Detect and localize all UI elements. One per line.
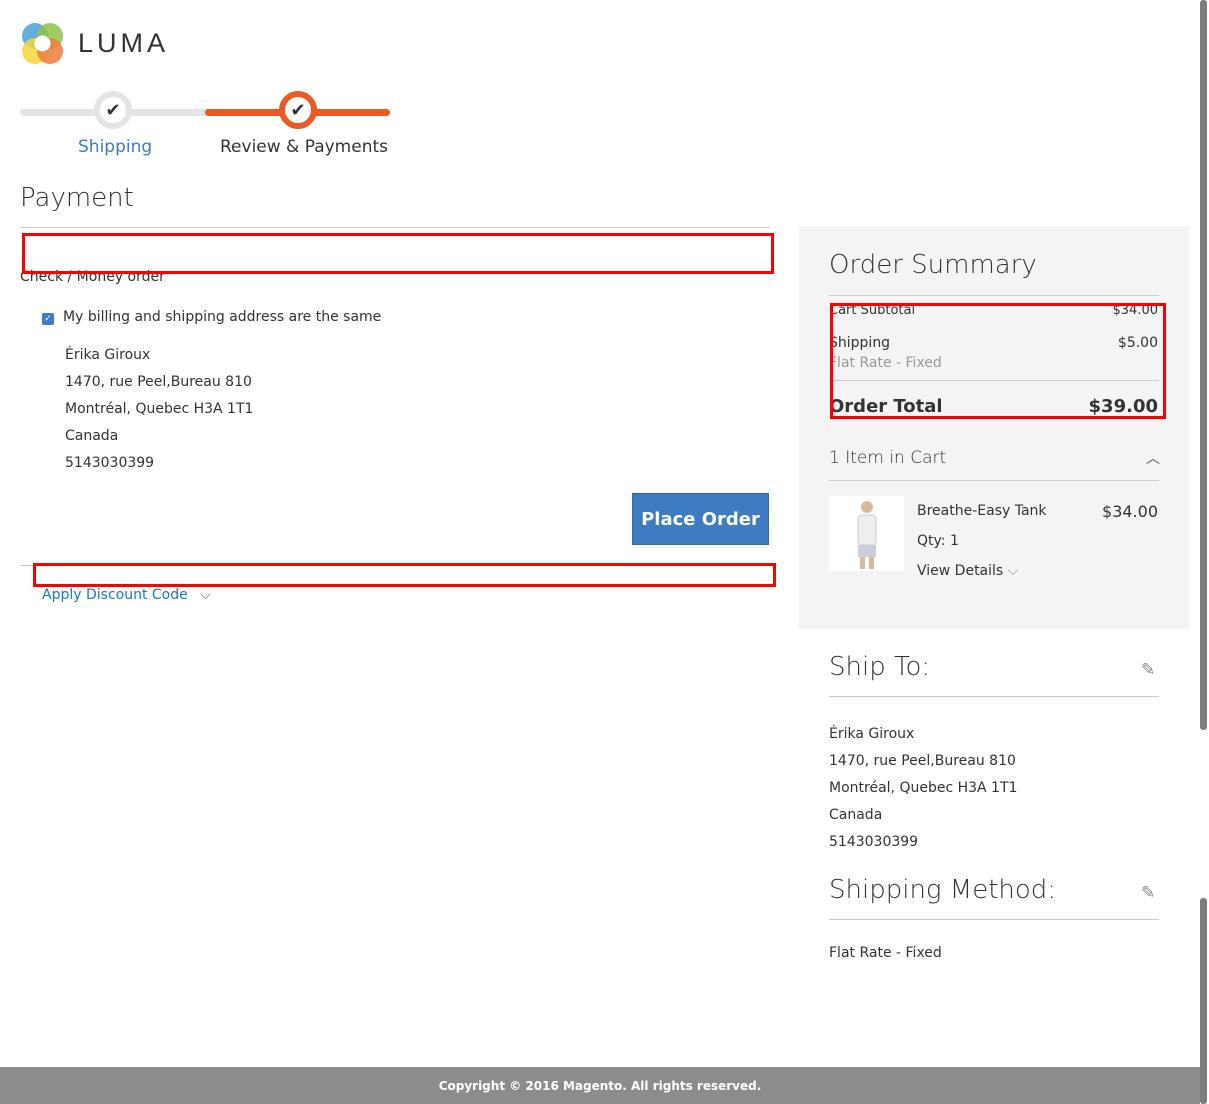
chevron-up-icon[interactable]: ︿ bbox=[1146, 448, 1160, 468]
address-phone: 5143030399 bbox=[65, 455, 155, 471]
copyright-text: Copyright © 2016 Magento. All rights res… bbox=[438, 1078, 762, 1093]
chevron-down-icon: ⌵ bbox=[1007, 563, 1019, 579]
edit-ship-to-pencil-icon[interactable]: ✎ bbox=[1141, 660, 1155, 680]
address-name: Érika Giroux bbox=[65, 347, 151, 363]
address-country: Canada bbox=[65, 428, 119, 444]
product-qty: Qty: 1 bbox=[917, 533, 959, 549]
divider bbox=[829, 295, 1159, 296]
luma-logo[interactable] bbox=[20, 21, 65, 66]
highlight-box bbox=[33, 563, 776, 587]
ship-to-title: Ship To: bbox=[829, 652, 931, 682]
divider bbox=[829, 696, 1159, 697]
scrollbar-thumb-secondary[interactable] bbox=[1200, 898, 1207, 1104]
shipping-method-title: Shipping Method: bbox=[829, 875, 1057, 905]
shipping-method-value: Flat Rate - Fixed bbox=[829, 945, 942, 961]
product-thumbnail bbox=[829, 496, 904, 571]
footer: Copyright © 2016 Magento. All rights res… bbox=[0, 1067, 1200, 1104]
product-name: Breathe-Easy Tank bbox=[917, 503, 1047, 519]
payment-title: Payment bbox=[20, 183, 134, 213]
highlight-box bbox=[830, 303, 1166, 419]
same-address-checkbox[interactable]: ✓ bbox=[42, 313, 54, 325]
product-price: $34.00 bbox=[1102, 502, 1158, 521]
address-name: Érika Giroux bbox=[829, 726, 915, 742]
apply-discount-link[interactable]: Apply Discount Code ⌵ bbox=[42, 587, 211, 603]
tank-top-image-icon bbox=[857, 501, 876, 569]
discount-link-text[interactable]: Apply Discount Code bbox=[42, 587, 188, 603]
logo-icon bbox=[22, 23, 63, 64]
address-city: Montréal, Quebec H3A 1T1 bbox=[65, 401, 254, 417]
address-street: 1470, rue Peel,Bureau 810 bbox=[65, 374, 252, 390]
highlight-box bbox=[22, 233, 774, 274]
step-review-check-icon: ✔ bbox=[279, 91, 317, 129]
order-summary-title: Order Summary bbox=[829, 250, 1037, 280]
same-address-label[interactable]: My billing and shipping address are the … bbox=[63, 309, 381, 325]
billing-address: Érika Giroux 1470, rue Peel,Bureau 810 M… bbox=[65, 342, 253, 477]
address-street: 1470, rue Peel,Bureau 810 bbox=[829, 753, 1016, 769]
items-in-cart-toggle[interactable]: 1 Item in Cart bbox=[829, 448, 946, 468]
address-city: Montréal, Quebec H3A 1T1 bbox=[829, 780, 1018, 796]
divider bbox=[20, 227, 770, 228]
chevron-down-icon: ⌵ bbox=[200, 587, 211, 603]
view-details-text[interactable]: View Details bbox=[917, 563, 1003, 579]
divider bbox=[829, 919, 1159, 920]
ship-to-address: Érika Giroux 1470, rue Peel,Bureau 810 M… bbox=[829, 721, 1017, 856]
edit-shipping-method-pencil-icon[interactable]: ✎ bbox=[1141, 883, 1155, 903]
brand-name: LUMA bbox=[78, 28, 170, 58]
step-shipping-link[interactable]: Shipping bbox=[78, 137, 152, 157]
place-order-button[interactable]: Place Order bbox=[632, 493, 769, 545]
step-shipping-check-icon[interactable]: ✔ bbox=[94, 91, 132, 129]
divider bbox=[829, 480, 1159, 481]
address-country: Canada bbox=[829, 807, 883, 823]
step-review-label: Review & Payments bbox=[220, 137, 388, 157]
view-details-toggle[interactable]: View Details ⌵ bbox=[917, 563, 1018, 579]
address-phone: 5143030399 bbox=[829, 834, 919, 850]
scrollbar-thumb[interactable] bbox=[1200, 0, 1207, 730]
